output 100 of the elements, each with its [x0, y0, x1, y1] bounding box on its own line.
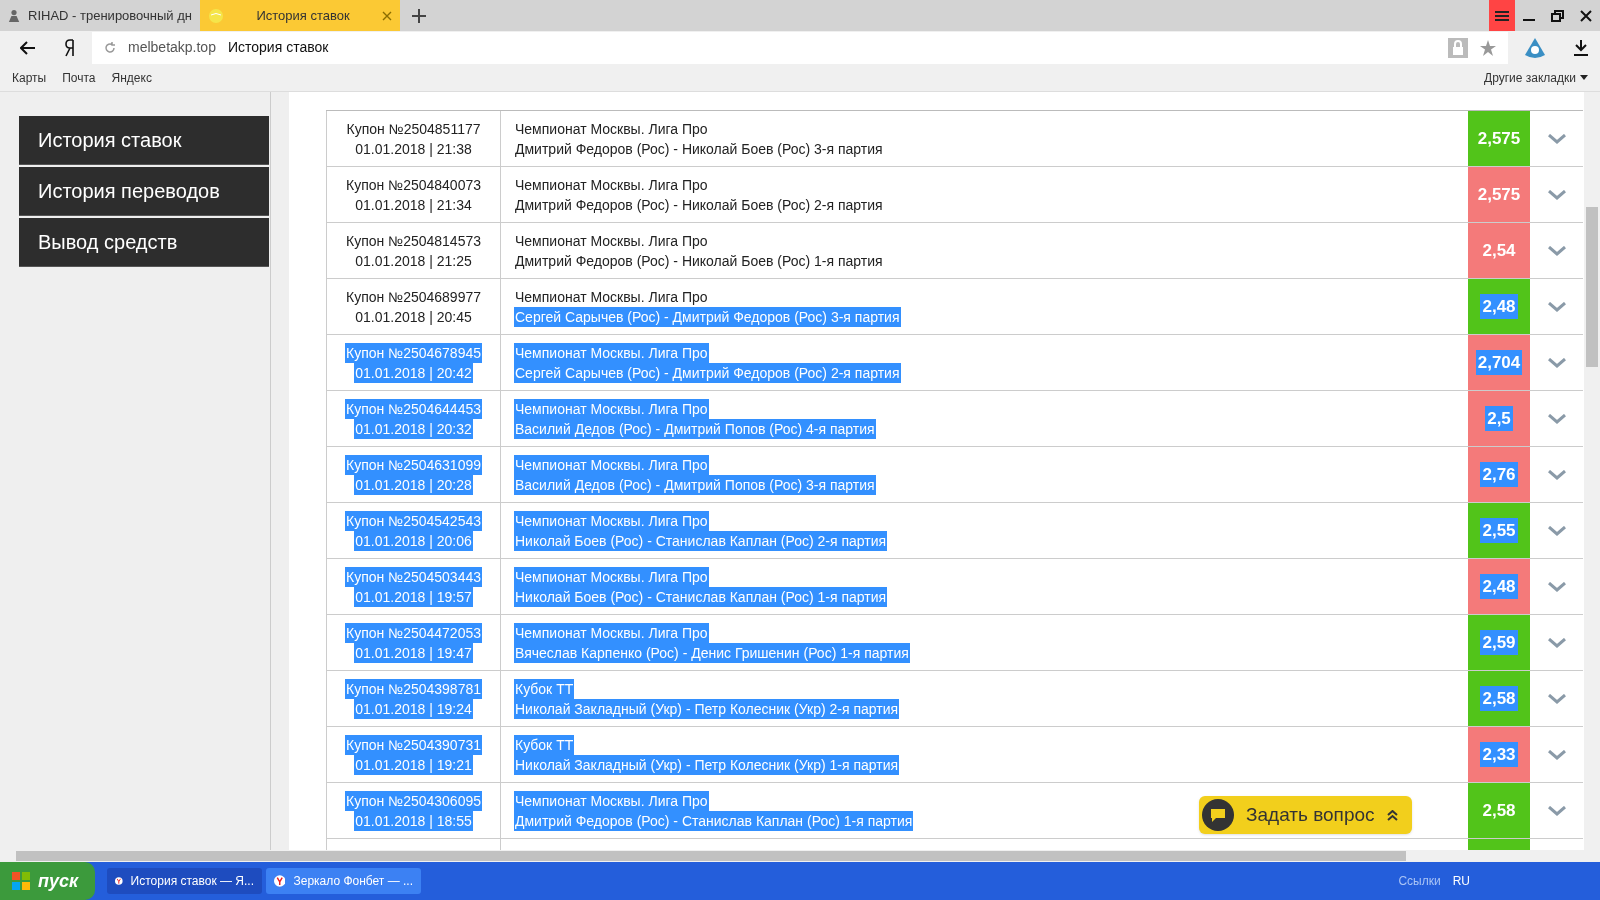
chevron-down-icon[interactable] — [1547, 133, 1566, 144]
restore-icon[interactable] — [1551, 9, 1564, 22]
coin-icon — [208, 7, 224, 24]
chevron-down-icon[interactable] — [1547, 245, 1566, 256]
menu-button[interactable] — [1489, 0, 1515, 31]
odds-value: 2,55 — [1480, 517, 1518, 544]
bookmark-link[interactable]: Яндекс — [111, 68, 152, 87]
odds-value: 2,48 — [1480, 573, 1518, 600]
coupon-number: Купон №2504542543 — [345, 510, 482, 531]
chevron-down-icon[interactable] — [1547, 581, 1566, 592]
coupon-number: Купон №2504398781 — [345, 678, 482, 699]
bet-date: 01.01.2018 | 19:21 — [354, 754, 473, 775]
language-indicator[interactable]: RU — [1452, 872, 1470, 890]
dropdown-caret-icon — [1580, 75, 1588, 80]
league-name: Чемпионат Москвы. Лига Про — [514, 287, 709, 307]
match-name: Василий Дедов (Рос) - Дмитрий Попов (Рос) 3-я партия — [514, 474, 876, 495]
league-name: Чемпионат Москвы. Лига Про — [514, 119, 709, 139]
bet-date: 01.01.2018 | 20:32 — [354, 418, 473, 439]
coupon-number: Купон №2504631099 — [345, 454, 482, 475]
match-name: Вячеслав Карпенко (Рос) - Денис Гришенин (Рос) 1-я партия — [514, 642, 910, 663]
yandex-logo-icon[interactable] — [64, 38, 76, 57]
bet-date: 01.01.2018 | 18:55 — [354, 810, 473, 831]
match-name: Николай Боев (Рос) - Станислав Каплан (Рос) 2-я партия — [514, 530, 888, 551]
chevron-down-icon[interactable] — [1547, 413, 1566, 424]
bet-date: 01.01.2018 | 20:06 — [354, 530, 473, 551]
horizontal-scrollbar-thumb[interactable] — [16, 851, 1406, 861]
bet-date: 01.01.2018 | 19:57 — [354, 586, 473, 607]
back-arrow-icon[interactable] — [20, 40, 36, 55]
league-name: Чемпионат Москвы. Лига Про — [514, 566, 709, 587]
odds-value: 2,59 — [1480, 629, 1518, 656]
coupon-number: Купон №2504306095 — [345, 790, 482, 811]
address-bar[interactable]: melbetakp.top История ставок — [92, 31, 1508, 64]
bet-date: 01.01.2018 | 19:24 — [354, 698, 473, 719]
odds-value: 2,575 — [1476, 127, 1522, 150]
chat-bubble-icon — [1202, 799, 1234, 831]
bookmark-link[interactable]: Почта — [62, 68, 96, 87]
download-icon[interactable] — [1574, 39, 1588, 56]
league-name: Чемпионат Москвы. Лига Про — [514, 510, 709, 531]
league-name: Чемпионат Москвы. Лига Про — [514, 175, 709, 195]
close-icon[interactable] — [1580, 9, 1592, 22]
browser-tab[interactable]: RIHAD - тренировочный дн — [0, 0, 200, 31]
bet-date: 01.01.2018 | 19:47 — [354, 642, 473, 663]
reload-icon[interactable] — [104, 41, 116, 54]
match-name: Дмитрий Федоров (Рос) - Станислав Каплан (Рос) 1-я партия — [514, 810, 914, 831]
other-bookmarks-button[interactable]: Другие закладки — [1484, 68, 1588, 87]
bet-date: 01.01.2018 | 21:34 — [354, 195, 473, 215]
coupon-number: Купон №2504851177 — [345, 119, 482, 139]
league-name: Чемпионат Москвы. Лига Про — [514, 342, 709, 363]
start-button[interactable]: пуск — [0, 862, 95, 900]
chevron-down-icon[interactable] — [1547, 301, 1566, 312]
match-name: Сергей Сарычев (Рос) - Дмитрий Федоров (Рос) 2-я партия — [514, 362, 901, 383]
bet-date: 01.01.2018 | 21:38 — [354, 139, 473, 159]
league-name: Чемпионат Москвы. Лига Про — [514, 622, 709, 643]
sidebar-item[interactable]: История ставок — [19, 116, 269, 165]
lock-icon[interactable] — [1448, 37, 1468, 58]
match-name: Николай Закладный (Укр) - Петр Колесник (Укр) 2-я партия — [514, 698, 900, 719]
league-name: Чемпионат Москвы. Лига Про — [514, 454, 709, 475]
odds-value: 2,58 — [1481, 799, 1517, 822]
figure-icon — [8, 7, 21, 24]
tab-title: История ставок — [255, 6, 351, 25]
coupon-number: Купон №2504644453 — [345, 398, 482, 419]
coupon-number: Купон №2504814573 — [345, 231, 482, 251]
chevron-down-icon[interactable] — [1547, 693, 1566, 704]
sidebar-item[interactable]: Вывод средств — [19, 218, 269, 267]
ask-question-button[interactable]: Задать вопрос — [1199, 796, 1412, 834]
coupon-number: Купон №2504840073 — [345, 175, 482, 195]
scrollbar-thumb[interactable] — [1586, 207, 1598, 367]
odds-value: 2,58 — [1480, 685, 1518, 712]
chevron-down-icon[interactable] — [1547, 805, 1566, 816]
chevron-down-icon[interactable] — [1547, 469, 1566, 480]
bet-date: 01.01.2018 | 21:25 — [354, 251, 473, 271]
coupon-number: Купон №2504689977 — [345, 287, 482, 307]
chevron-down-icon[interactable] — [1547, 189, 1566, 200]
chevron-down-icon[interactable] — [1547, 637, 1566, 648]
star-icon[interactable] — [1480, 39, 1496, 56]
match-name: Николай Боев (Рос) - Станислав Каплан (Рос) 1-я партия — [514, 586, 888, 607]
match-name: Сергей Сарычев (Рос) - Дмитрий Федоров (Рос) 3-я партия — [514, 306, 901, 327]
bet-date: 01.01.2018 | 20:42 — [354, 362, 473, 383]
odds-value: 2,5 — [1485, 405, 1513, 432]
chevron-down-icon[interactable] — [1547, 525, 1566, 536]
odds-value: 2,33 — [1480, 741, 1518, 768]
ask-question-label: Задать вопрос — [1246, 802, 1375, 827]
taskbar-window-button[interactable]: Зеркало Фонбет — ... — [266, 868, 421, 894]
sidebar-item[interactable]: История переводов — [19, 167, 269, 216]
match-name: Николай Закладный (Укр) - Петр Колесник (Укр) 1-я партия — [514, 754, 900, 775]
match-name: Дмитрий Федоров (Рос) - Николай Боев (Рос) 3-я партия — [514, 139, 884, 159]
start-label: пуск — [38, 869, 79, 893]
chevron-down-icon[interactable] — [1547, 357, 1566, 368]
chevron-down-icon[interactable] — [1547, 749, 1566, 760]
windows-logo-icon — [12, 872, 30, 890]
browser-tab[interactable]: История ставок — [200, 0, 400, 31]
coupon-number: Купон №2504678945 — [345, 342, 482, 363]
league-name: Кубок ТТ — [514, 678, 575, 699]
bet-date: 01.01.2018 | 20:28 — [354, 474, 473, 495]
alice-icon[interactable] — [1524, 36, 1546, 59]
taskbar-window-button[interactable]: История ставок — Я... — [107, 868, 262, 894]
plus-icon[interactable] — [412, 8, 426, 23]
tab-title: RIHAD - тренировочный дн — [28, 6, 192, 25]
coupon-number: Купон №2504503443 — [345, 566, 482, 587]
bookmark-link[interactable]: Карты — [12, 68, 47, 87]
